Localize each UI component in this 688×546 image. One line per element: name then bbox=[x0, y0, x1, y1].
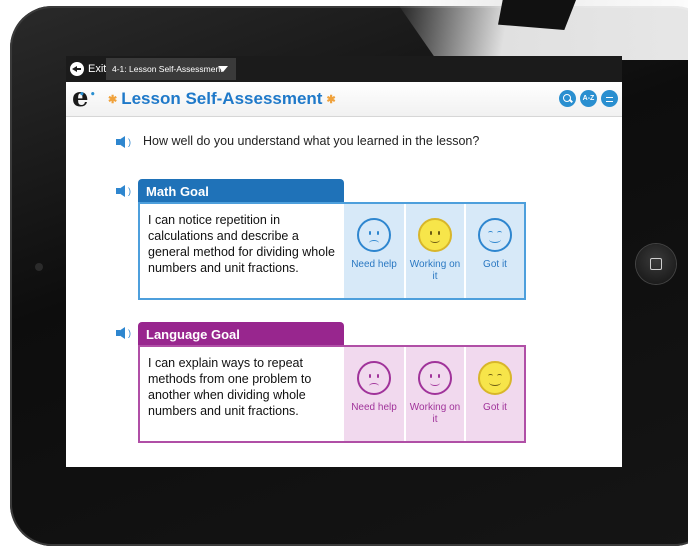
happy-face-icon bbox=[478, 361, 512, 395]
language-goal-card: I can explain ways to repeat methods fro… bbox=[138, 345, 526, 443]
language-goal-text: I can explain ways to repeat methods fro… bbox=[148, 356, 312, 418]
speaker-icon[interactable]: ) bbox=[116, 133, 138, 151]
confused-face-icon bbox=[357, 218, 391, 252]
choice-label: Got it bbox=[483, 402, 507, 413]
math-choice-got-it[interactable]: Got it bbox=[464, 204, 524, 298]
exit-button[interactable]: Exit bbox=[70, 61, 106, 77]
exit-label: Exit bbox=[88, 63, 107, 75]
language-choice-got-it[interactable]: Got it bbox=[464, 347, 524, 441]
front-camera bbox=[35, 263, 43, 271]
smile-face-icon bbox=[418, 218, 452, 252]
logo-dots: • • bbox=[79, 90, 97, 100]
search-icon[interactable] bbox=[559, 90, 576, 107]
star-icon: ✱ bbox=[326, 93, 336, 106]
camera-mount bbox=[498, 0, 576, 30]
tablet-device: Exit 4-1: Lesson Self-Assessment • • e ✱… bbox=[0, 0, 688, 546]
lesson-selector-dropdown[interactable]: 4-1: Lesson Self-Assessment bbox=[106, 58, 236, 80]
glossary-az-icon[interactable]: A-Z bbox=[580, 90, 597, 107]
choice-label: Got it bbox=[483, 259, 507, 270]
page-title: ✱ Lesson Self-Assessment ✱ bbox=[104, 89, 340, 109]
home-button[interactable] bbox=[636, 244, 676, 284]
choice-label: Need help bbox=[351, 259, 397, 270]
speaker-icon[interactable]: ) bbox=[116, 182, 138, 200]
math-goal-heading: Math Goal bbox=[138, 179, 344, 203]
choice-label: Working on it bbox=[409, 402, 461, 425]
choice-label: Need help bbox=[351, 402, 397, 413]
happy-face-icon bbox=[478, 218, 512, 252]
math-goal-card: I can notice repetition in calculations … bbox=[138, 202, 526, 300]
star-icon: ✱ bbox=[108, 93, 118, 106]
home-button-icon bbox=[650, 258, 662, 270]
language-choice-working-on-it[interactable]: Working on it bbox=[404, 347, 464, 441]
math-goal-choices: Need help Working on it Got it bbox=[344, 204, 524, 298]
confused-face-icon bbox=[357, 361, 391, 395]
language-choice-need-help[interactable]: Need help bbox=[344, 347, 404, 441]
lesson-selector-label: 4-1: Lesson Self-Assessment bbox=[112, 64, 223, 74]
speaker-icon[interactable]: ) bbox=[116, 324, 138, 342]
math-goal-text: I can notice repetition in calculations … bbox=[148, 213, 335, 275]
title-bar: • • e ✱ Lesson Self-Assessment ✱ A-Z bbox=[66, 82, 622, 117]
smile-face-icon bbox=[418, 361, 452, 395]
az-label: A-Z bbox=[582, 95, 595, 102]
chevron-down-icon bbox=[218, 66, 228, 72]
math-choice-need-help[interactable]: Need help bbox=[344, 204, 404, 298]
toolbar-icons: A-Z bbox=[559, 90, 618, 107]
assessment-question: How well do you understand what you lear… bbox=[143, 134, 480, 148]
top-nav-bar: Exit 4-1: Lesson Self-Assessment bbox=[66, 56, 622, 82]
language-goal-choices: Need help Working on it Got it bbox=[344, 347, 524, 441]
language-goal-heading: Language Goal bbox=[138, 322, 344, 346]
math-choice-working-on-it[interactable]: Working on it bbox=[404, 204, 464, 298]
app-screen: Exit 4-1: Lesson Self-Assessment • • e ✱… bbox=[66, 56, 622, 467]
app-logo: • • e bbox=[72, 85, 98, 112]
back-arrow-icon bbox=[70, 62, 84, 76]
menu-icon[interactable] bbox=[601, 90, 618, 107]
choice-label: Working on it bbox=[409, 259, 461, 282]
page-title-text: Lesson Self-Assessment bbox=[121, 89, 323, 108]
